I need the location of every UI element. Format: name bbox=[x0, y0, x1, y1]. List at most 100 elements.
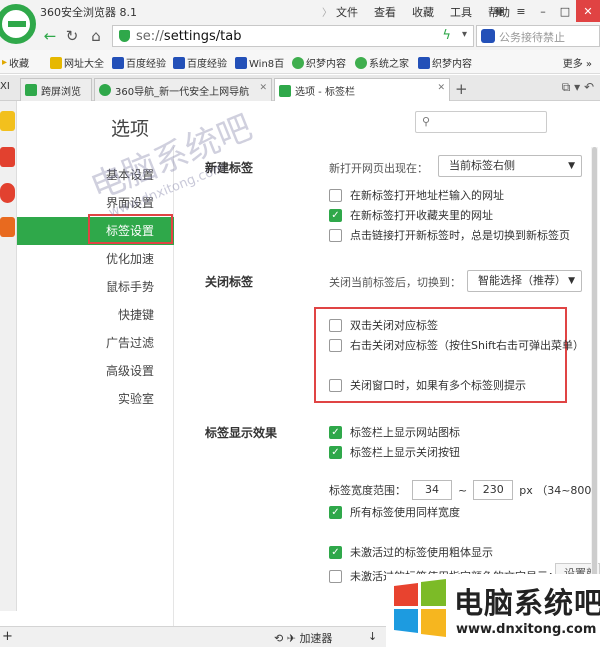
page-title: 选项 bbox=[111, 118, 150, 140]
skin-icon[interactable]: ♚ bbox=[488, 0, 510, 22]
nav-advanced[interactable]: 高级设置 bbox=[17, 357, 174, 385]
option-row[interactable]: 双击关闭对应标签 bbox=[329, 317, 438, 333]
menu-chevron-icon[interactable]: 〉 bbox=[322, 4, 332, 20]
tab-width-separator: ~ bbox=[458, 483, 468, 497]
speed-bolt-icon[interactable]: ϟ bbox=[442, 28, 451, 43]
360-icon bbox=[99, 84, 111, 96]
tab-width-label: 标签宽度范围： bbox=[329, 484, 406, 497]
tab-cross-screen[interactable]: 跨屏浏览 bbox=[20, 78, 92, 101]
baidu-paw-icon bbox=[418, 56, 430, 69]
option-row[interactable]: 关闭窗口时，如果有多个标签则提示 bbox=[329, 377, 526, 393]
tab-width-row: 标签宽度范围： 34 ~ 230 px （34~800） bbox=[329, 480, 600, 500]
tab-width-min-input[interactable]: 34 bbox=[412, 480, 452, 500]
address-row: ← ↻ ⌂ se://settings/tab ϟ ▾ 公务接待禁止 bbox=[0, 22, 600, 50]
tab-options[interactable]: 选项 - 标签栏 ✕ bbox=[274, 78, 450, 102]
menu-file[interactable]: 文件 bbox=[336, 4, 358, 20]
bookmark-item[interactable]: 系统之家 bbox=[355, 55, 409, 70]
checkbox[interactable] bbox=[329, 338, 342, 352]
address-bar[interactable]: se://settings/tab ϟ ▾ bbox=[112, 25, 474, 47]
nav-basic-settings[interactable]: 基本设置 bbox=[17, 161, 174, 189]
new-tab-position-select[interactable]: 当前标签右侧 ▼ bbox=[438, 155, 582, 177]
accelerator-button[interactable]: ⟲ ✈ 加速器 bbox=[274, 630, 332, 646]
close-button[interactable]: ✕ bbox=[576, 0, 600, 22]
bookmark-item[interactable]: 百度经验 bbox=[112, 55, 166, 70]
new-tab-button[interactable]: + bbox=[455, 80, 468, 98]
tab-360-nav[interactable]: 360导航_新一代安全上网导航 ✕ bbox=[94, 78, 272, 101]
settings-menu-icon[interactable]: ≡ bbox=[510, 0, 532, 22]
close-tab-icon[interactable]: ✕ bbox=[259, 83, 267, 93]
rocket-icon: ✈ bbox=[286, 632, 296, 645]
checkbox[interactable] bbox=[329, 188, 342, 202]
scrollbar-thumb[interactable] bbox=[592, 147, 597, 617]
option-row[interactable]: 在新标签打开地址栏输入的网址 bbox=[329, 187, 504, 203]
tab-strip: XI 跨屏浏览 360导航_新一代安全上网导航 ✕ 选项 - 标签栏 ✕ + ⧉… bbox=[0, 75, 600, 102]
search-box[interactable]: 公务接待禁止 bbox=[476, 25, 600, 47]
bookmark-item[interactable]: 织梦内容 bbox=[418, 55, 472, 70]
option-row[interactable]: ✓ 在新标签打开收藏夹里的网址 bbox=[329, 207, 493, 223]
nav-ad-filter[interactable]: 广告过滤 bbox=[17, 329, 174, 357]
favorites-star-icon[interactable] bbox=[0, 111, 15, 131]
maximize-button[interactable]: □ bbox=[554, 0, 576, 22]
menu-tools[interactable]: 工具 bbox=[450, 4, 472, 20]
bookmark-favorites[interactable]: ▸ 收藏 bbox=[2, 55, 29, 70]
checkbox-checked[interactable]: ✓ bbox=[329, 445, 342, 459]
weibo-icon[interactable] bbox=[0, 147, 15, 167]
new-tab-position-label: 新打开网页出现在： bbox=[329, 162, 428, 175]
option-row[interactable]: ✓ 标签栏上显示网站图标 bbox=[329, 424, 460, 440]
nav-interface-settings[interactable]: 界面设置 bbox=[17, 189, 174, 217]
option-row[interactable]: 右击关闭对应标签（按住Shift右击可弹出菜单） bbox=[329, 337, 584, 353]
baidu-paw-icon bbox=[173, 56, 185, 69]
title-bar: 360安全浏览器 8.1 〉 文件 查看 收藏 工具 帮助 ♚ ≡ – □ ✕ bbox=[0, 0, 600, 22]
tab-partial[interactable]: XI bbox=[0, 81, 10, 92]
close-tab-icon[interactable]: ✕ bbox=[437, 83, 445, 93]
option-row[interactable]: ✓ 未激活过的标签使用粗体显示 bbox=[329, 544, 493, 560]
nav-mouse-gestures[interactable]: 鼠标手势 bbox=[17, 273, 174, 301]
scrollbar[interactable] bbox=[591, 147, 598, 625]
app-icon[interactable] bbox=[0, 217, 15, 237]
checkbox-checked[interactable]: ✓ bbox=[329, 545, 342, 559]
leaf-icon bbox=[292, 56, 304, 69]
checkbox[interactable] bbox=[329, 318, 342, 332]
menu-view[interactable]: 查看 bbox=[374, 4, 396, 20]
options-search-input[interactable]: ⚲ bbox=[415, 111, 547, 133]
nav-shortcuts[interactable]: 快捷键 bbox=[17, 301, 174, 329]
chat-icon[interactable] bbox=[0, 183, 15, 203]
browser-window: 360安全浏览器 8.1 〉 文件 查看 收藏 工具 帮助 ♚ ≡ – □ ✕ … bbox=[0, 0, 600, 647]
url-dropdown-icon[interactable]: ▾ bbox=[462, 29, 467, 40]
watermark-title: 电脑系统吧 bbox=[454, 586, 600, 620]
bookmark-item[interactable]: Win8百 bbox=[235, 55, 284, 70]
tab-width-max-input[interactable]: 230 bbox=[473, 480, 514, 500]
security-shield-icon bbox=[119, 30, 130, 42]
option-row[interactable]: ✓ 标签栏上显示关闭按钮 bbox=[329, 444, 460, 460]
checkbox[interactable] bbox=[329, 228, 342, 242]
bookmark-item[interactable]: 百度经验 bbox=[173, 55, 227, 70]
checkbox[interactable] bbox=[329, 569, 342, 583]
checkbox-checked[interactable]: ✓ bbox=[329, 208, 342, 222]
download-icon[interactable]: ↓ bbox=[368, 630, 377, 643]
baidu-paw-icon bbox=[481, 29, 495, 43]
tab-tools-icons[interactable]: ⧉ ▾ ↶ bbox=[562, 80, 594, 95]
nav-lab[interactable]: 实验室 bbox=[17, 385, 174, 413]
refresh-icon[interactable]: ↻ bbox=[62, 26, 82, 46]
checkbox-checked[interactable]: ✓ bbox=[329, 505, 342, 519]
bookmark-item[interactable]: 网址大全 bbox=[50, 55, 104, 70]
option-row[interactable]: 点击链接打开新标签时，总是切换到新标签页 bbox=[329, 227, 570, 243]
baidu-paw-icon bbox=[235, 56, 247, 69]
menu-favorites[interactable]: 收藏 bbox=[412, 4, 434, 20]
window-controls: ♚ ≡ – □ ✕ bbox=[488, 0, 600, 22]
tab-width-unit: px （34~800） bbox=[519, 484, 600, 497]
option-row[interactable]: ✓ 所有标签使用同样宽度 bbox=[329, 504, 460, 520]
checkbox[interactable] bbox=[329, 378, 342, 392]
home-icon[interactable]: ⌂ bbox=[86, 26, 106, 46]
checkbox-checked[interactable]: ✓ bbox=[329, 425, 342, 439]
back-arrow-icon[interactable]: ← bbox=[40, 26, 60, 46]
star-icon: ▸ bbox=[2, 57, 8, 68]
dropdown-arrow-icon: ▼ bbox=[568, 161, 575, 171]
bookmarks-more[interactable]: 更多 » bbox=[563, 55, 592, 70]
nav-optimize[interactable]: 优化加速 bbox=[17, 245, 174, 273]
minimize-button[interactable]: – bbox=[532, 0, 554, 22]
add-icon[interactable]: + bbox=[2, 629, 13, 644]
highlight-box bbox=[88, 214, 173, 244]
close-switch-select[interactable]: 智能选择（推荐） ▼ bbox=[467, 270, 582, 292]
bookmark-item[interactable]: 织梦内容 bbox=[292, 55, 346, 70]
